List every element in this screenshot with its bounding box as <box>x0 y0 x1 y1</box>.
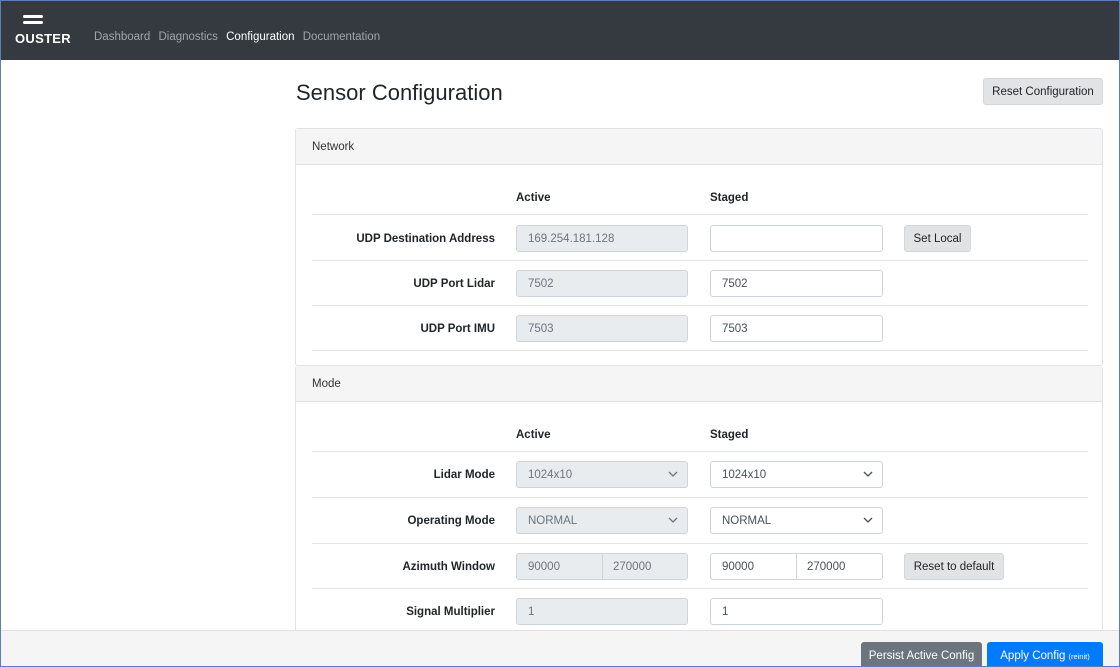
operating-mode-staged-select[interactable]: NORMAL <box>710 507 883 534</box>
network-staged-heading: Staged <box>710 192 749 204</box>
navbar: OUSTER Dashboard Diagnostics Configurati… <box>1 1 1119 60</box>
udp-port-lidar-staged-input[interactable]: 7502 <box>710 270 883 297</box>
chevron-down-icon <box>863 471 873 477</box>
row-divider <box>312 543 1088 544</box>
nav-diagnostics[interactable]: Diagnostics <box>158 31 217 43</box>
row-divider <box>312 350 1088 351</box>
udp-port-imu-active: 7503 <box>516 315 688 342</box>
apply-config-label: Apply Config <box>1000 650 1066 662</box>
chevron-down-icon <box>668 517 678 523</box>
operating-mode-label: Operating Mode <box>407 515 495 527</box>
page-title: Sensor Configuration <box>296 80 503 105</box>
reset-to-default-button[interactable]: Reset to default <box>904 553 1004 580</box>
network-card: Network Active Staged UDP Destination Ad… <box>295 128 1103 366</box>
lidar-mode-active-select: 1024x10 <box>516 461 688 488</box>
signal-multiplier-staged-input[interactable]: 1 <box>710 598 883 625</box>
row-divider <box>312 305 1088 306</box>
operating-mode-staged-value: NORMAL <box>722 514 772 527</box>
mode-active-heading: Active <box>516 429 551 441</box>
lidar-mode-staged-value: 1024x10 <box>722 468 767 481</box>
chevron-down-icon <box>863 517 873 523</box>
logo-wave-icon <box>23 15 43 18</box>
udp-destination-staged-input[interactable] <box>710 225 883 252</box>
udp-port-lidar-label: UDP Port Lidar <box>413 278 495 290</box>
azimuth-window-active-group: 90000 270000 <box>516 553 688 580</box>
row-divider <box>312 497 1088 498</box>
udp-destination-label: UDP Destination Address <box>356 233 495 245</box>
set-local-button[interactable]: Set Local <box>904 225 971 252</box>
ouster-logo[interactable]: OUSTER <box>15 11 71 53</box>
lidar-mode-staged-select[interactable]: 1024x10 <box>710 461 883 488</box>
signal-multiplier-active: 1 <box>516 598 688 625</box>
brand-name: OUSTER <box>15 31 71 46</box>
row-divider <box>312 451 1088 452</box>
azimuth-active-min: 90000 <box>528 560 560 573</box>
udp-destination-active: 169.254.181.128 <box>516 225 688 252</box>
operating-mode-active-select: NORMAL <box>516 507 688 534</box>
row-divider <box>312 588 1088 589</box>
lidar-mode-label: Lidar Mode <box>433 469 495 481</box>
reset-configuration-button[interactable]: Reset Configuration <box>983 78 1103 105</box>
input-divider <box>796 554 797 579</box>
footer-bar: Persist Active Config Apply Config (rein… <box>1 630 1119 666</box>
udp-port-imu-label: UDP Port IMU <box>420 323 495 335</box>
network-active-heading: Active <box>516 192 551 204</box>
logo-wave-icon <box>23 21 43 24</box>
persist-active-config-button[interactable]: Persist Active Config <box>861 642 982 666</box>
mode-card: Mode Active Staged Lidar Mode 1024x10 10… <box>295 366 1103 646</box>
azimuth-staged-min-input[interactable]: 90000 <box>722 554 754 579</box>
mode-staged-heading: Staged <box>710 429 749 441</box>
mode-header: Mode <box>296 366 1102 402</box>
udp-port-imu-staged-input[interactable]: 7503 <box>710 315 883 342</box>
row-divider <box>312 214 1088 215</box>
nav-links: Dashboard Diagnostics Configuration Docu… <box>94 31 385 43</box>
app-frame: OUSTER Dashboard Diagnostics Configurati… <box>0 0 1120 667</box>
network-header: Network <box>296 129 1102 165</box>
lidar-mode-active-value: 1024x10 <box>528 468 573 481</box>
apply-config-button[interactable]: Apply Config (reinit) <box>987 642 1103 666</box>
apply-config-note: (reinit) <box>1068 651 1090 661</box>
operating-mode-active-value: NORMAL <box>528 514 578 527</box>
udp-port-lidar-active: 7502 <box>516 270 688 297</box>
nav-configuration[interactable]: Configuration <box>226 31 294 43</box>
azimuth-window-staged-group: 90000 270000 <box>710 553 883 580</box>
input-divider <box>602 554 603 579</box>
row-divider <box>312 260 1088 261</box>
chevron-down-icon <box>668 471 678 477</box>
nav-documentation[interactable]: Documentation <box>303 31 380 43</box>
azimuth-active-max: 270000 <box>613 560 652 573</box>
nav-dashboard[interactable]: Dashboard <box>94 31 150 43</box>
azimuth-staged-max-input[interactable]: 270000 <box>807 554 845 579</box>
signal-multiplier-label: Signal Multiplier <box>406 606 495 618</box>
azimuth-window-label: Azimuth Window <box>402 561 495 573</box>
